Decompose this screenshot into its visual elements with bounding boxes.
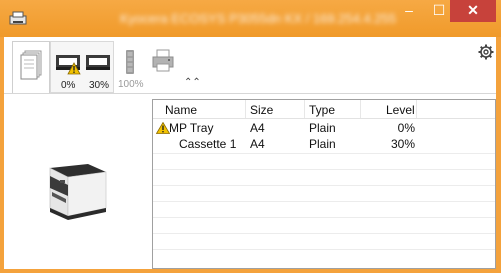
table-row[interactable]: MP Tray A4 Plain 0% — [153, 120, 495, 136]
tab-trays[interactable]: 0% 30% — [50, 41, 114, 93]
warning-icon — [67, 62, 81, 75]
column-header-type[interactable]: Type — [309, 103, 335, 117]
toner-icon — [126, 50, 134, 74]
device-image-panel — [4, 94, 152, 269]
gear-icon[interactable] — [478, 44, 494, 60]
row-level: 30% — [390, 137, 415, 151]
tab-device[interactable] — [148, 41, 178, 93]
row-size: A4 — [250, 137, 265, 151]
column-divider[interactable] — [304, 100, 305, 118]
row-size: A4 — [250, 121, 265, 135]
cassette-level: 30% — [89, 80, 110, 91]
close-button[interactable]: ✕ — [450, 0, 496, 22]
table-header: Name Size Type Level — [153, 100, 495, 119]
printer-status-window: Kyocera ECOSYS P3055dn KX / 169.254.4.25… — [0, 0, 501, 273]
printer-device-icon — [152, 49, 174, 72]
warning-icon — [156, 122, 170, 134]
column-header-name[interactable]: Name — [165, 103, 197, 117]
row-type: Plain — [309, 137, 336, 151]
row-divider — [153, 169, 495, 170]
column-divider[interactable] — [416, 100, 417, 118]
toner-level: 100% — [118, 79, 144, 90]
status-toolbar: 0% 30% 100% ⌃⌃ — [4, 37, 496, 94]
app-printer-icon — [9, 11, 27, 25]
row-type: Plain — [309, 121, 336, 135]
row-divider — [153, 185, 495, 186]
row-name: MP Tray — [169, 121, 214, 135]
column-divider[interactable] — [245, 100, 246, 118]
column-divider[interactable] — [360, 100, 361, 118]
tab-toner[interactable]: 100% — [116, 41, 146, 93]
cassette-icon — [86, 55, 110, 70]
double-chevron-up-icon[interactable]: ⌃⌃ — [184, 77, 201, 88]
minimize-button[interactable]: – — [394, 0, 424, 22]
printer-image — [49, 164, 107, 220]
row-divider — [153, 249, 495, 250]
row-level: 0% — [397, 121, 415, 135]
tab-paper[interactable] — [12, 41, 50, 93]
client-area: 0% 30% 100% ⌃⌃ Name Size Type Level MP T… — [4, 37, 496, 269]
table-row[interactable]: Cassette 1 A4 Plain 30% — [153, 136, 495, 152]
window-title: Kyocera ECOSYS P3055dn KX / 169.254.4.25… — [120, 11, 397, 26]
row-divider — [153, 153, 495, 154]
mp-tray-level: 0% — [61, 80, 76, 91]
column-header-size[interactable]: Size — [250, 103, 273, 117]
row-divider — [153, 217, 495, 218]
row-divider — [153, 233, 495, 234]
paper-stack-icon — [20, 50, 42, 80]
column-header-level[interactable]: Level — [386, 103, 415, 117]
row-name: Cassette 1 — [179, 137, 237, 151]
row-divider — [153, 201, 495, 202]
title-bar[interactable]: Kyocera ECOSYS P3055dn KX / 169.254.4.25… — [0, 0, 501, 37]
tray-status-table: Name Size Type Level MP Tray A4 Plain 0% — [152, 99, 496, 269]
